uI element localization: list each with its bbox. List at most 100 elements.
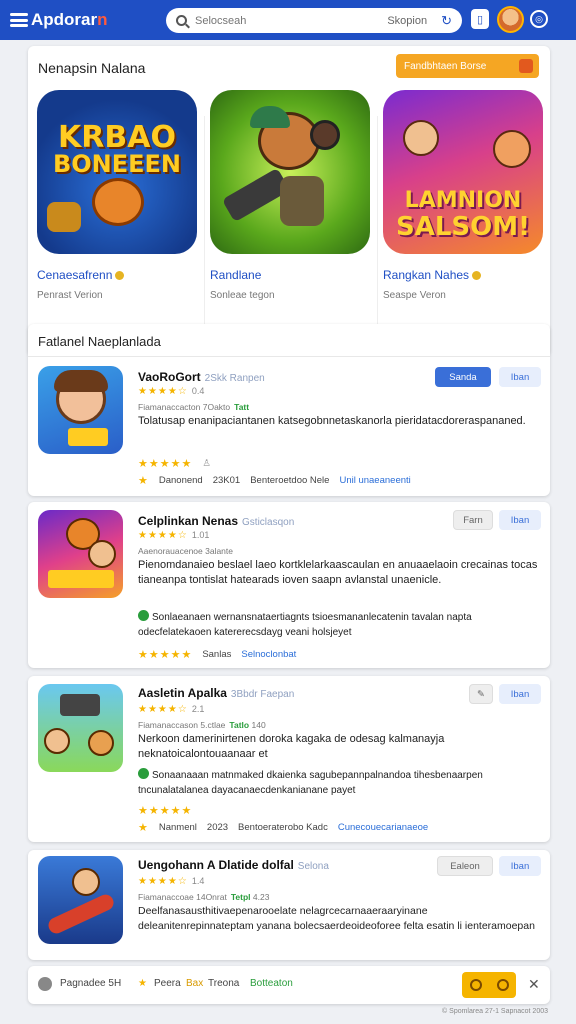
featured-item-sub: Sonleae tegon: [210, 290, 275, 301]
app-title: VaoRoGort 2Skk Ranpen: [138, 370, 265, 384]
star-icon: ★: [138, 475, 149, 487]
rating-stars: ★★★★☆ 1.4: [138, 876, 205, 887]
bottom-item-4[interactable]: Treona: [208, 978, 239, 989]
info-button[interactable]: Iban: [499, 856, 541, 876]
app-meta-text: Fiamanaccason 5.ctlae: [138, 720, 226, 730]
hero-face: [72, 868, 100, 896]
foot-link[interactable]: Selnoclonbat: [241, 649, 296, 660]
rocket-figure: [45, 891, 117, 937]
art-title-line1: LAMNION: [404, 188, 522, 213]
foot-link[interactable]: Cunecouecarianaeoe: [338, 822, 428, 833]
machine-figure: [60, 694, 100, 716]
character-face: [88, 730, 114, 756]
logo-text: Apdorar: [31, 10, 98, 29]
foot-count: 2023: [206, 822, 229, 833]
profile-icon[interactable]: [38, 977, 52, 991]
install-button[interactable]: Sanda: [435, 367, 491, 387]
character-face: [88, 540, 116, 568]
app-tagline: Gsticlasqon: [242, 517, 295, 528]
featured-item-name-text: Cenaesafrenn: [37, 268, 113, 282]
featured-title: Nenapsin Nalana: [38, 60, 146, 76]
user-icon: ♙: [202, 458, 211, 469]
app-icon[interactable]: [38, 366, 123, 454]
character-face: [493, 130, 531, 168]
app-meta: Fiamanaccacton 7Oakto Tatt: [138, 402, 249, 412]
art-title-line2: BONEEEN: [52, 150, 182, 178]
featured-item-name: Randlane: [210, 268, 262, 282]
rating-stars: ★★★★★: [138, 805, 193, 817]
app-description: Nerkoon damerinirtenen doroka kagaka de …: [138, 733, 445, 760]
app-logo[interactable]: Apdorar n: [10, 10, 160, 30]
share-button[interactable]: Ealeon: [437, 856, 493, 876]
app-list-card-3: Aasletin Apalka 3Bbdr Faepan ★★★★☆ 2.1 Fia…: [28, 676, 550, 842]
app-icon[interactable]: [38, 510, 123, 598]
rating-value: 0.4: [191, 386, 205, 396]
app-footer: ★★★★★ ♙: [138, 457, 211, 470]
featured-section: Nenapsin Nalana Fandbhtaen Borse KRBAO B…: [28, 46, 550, 356]
action-button[interactable]: [462, 972, 516, 998]
featured-browse-button[interactable]: Fandbhtaen Borse: [396, 54, 539, 78]
rating-value: 1.01: [191, 530, 210, 540]
search-filter[interactable]: Skopion: [387, 15, 427, 27]
foot-label: Sanlas: [202, 649, 232, 660]
rating-stars: ★★★★★: [138, 649, 193, 661]
globe-icon[interactable]: ◎: [530, 10, 548, 28]
rating-value: 1.4: [191, 876, 205, 886]
app-description: Tolatusap enanipaciantanen katsegobnneta…: [138, 415, 526, 427]
search-bar[interactable]: Skopion ↻: [166, 8, 462, 33]
divider: [204, 116, 205, 356]
bottom-link[interactable]: Botteaton: [250, 978, 293, 989]
coin-icon: [115, 271, 125, 281]
app-meta: Fiamanaccason 5.ctlae Tatlo 140: [138, 720, 266, 730]
foot-link[interactable]: Unil unaeaneenti: [339, 475, 410, 486]
divider: [377, 116, 378, 356]
smile-icon: [469, 979, 482, 991]
info-button[interactable]: Iban: [499, 367, 541, 387]
rating-stars: ★★★★☆ 2.1: [138, 704, 205, 715]
foot-label: Nanmenl: [158, 822, 197, 833]
app-meta-text: Fiamanaccoae 14Onrat: [138, 892, 227, 902]
edit-icon[interactable]: ✎: [469, 684, 493, 704]
save-button[interactable]: Farn: [453, 510, 493, 530]
bottom-item-3[interactable]: Bax: [186, 978, 203, 989]
bookmark-icon[interactable]: ▯: [471, 9, 489, 29]
app-meta: Aaenorauacenoe 3alante: [138, 546, 233, 556]
highlight-text: Sonaanaaan matnmaked dkaienka sagubepann…: [138, 770, 483, 796]
refresh-icon[interactable]: ↻: [441, 13, 452, 29]
bottom-item-1[interactable]: Pagnadee 5H: [60, 978, 121, 989]
featured-item-sub: Penrast Verion: [37, 290, 103, 301]
search-input[interactable]: [195, 14, 345, 27]
character-face: [44, 728, 70, 754]
featured-game-art: KRBAO BONEEEN: [37, 90, 197, 254]
badge-label: [48, 570, 114, 588]
bottom-item-2[interactable]: Peera: [154, 978, 181, 989]
badge-label: [68, 428, 108, 446]
app-icon[interactable]: [38, 856, 123, 944]
featured-item[interactable]: KRBAO BONEEEN Cenaesafrenn Penrast Verio…: [37, 90, 199, 301]
cart-icon: [519, 59, 533, 73]
search-icon: [176, 15, 187, 26]
featured-item-name-text: Rangkan Nahes: [383, 268, 470, 282]
info-button[interactable]: Iban: [499, 510, 541, 530]
star-icon: ★: [138, 978, 147, 989]
app-footer: ★ Nanmenl 2023 Bentoeraterobo Kadc Cunec…: [138, 821, 428, 834]
featured-item-name: Cenaesafrenn: [37, 268, 199, 282]
featured-browse-label: Fandbhtaen Borse: [404, 60, 487, 72]
app-icon[interactable]: [38, 684, 123, 772]
featured-item[interactable]: LAMNION SALSOM! Rangkan Nahes Seaspe Ver…: [383, 90, 545, 301]
avatar[interactable]: [497, 6, 524, 33]
foot-extra: Bentoeraterobo Kadc: [238, 822, 328, 833]
foot-extra: Benteroetdoo Nele: [250, 475, 330, 486]
app-footer: ★★★★★ Sanlas Selnoclonbat: [138, 648, 296, 661]
app-title: Celplinkan Nenas Gsticlasqon: [138, 514, 294, 528]
art-title-line2: SALSOM!: [396, 212, 530, 242]
rating-stars: ★★★★☆ 0.4: [138, 386, 205, 397]
info-button[interactable]: Iban: [499, 684, 541, 704]
hammer-weapon: [310, 120, 340, 150]
top-bar: Apdorarn Skopion ↻ ▯ ◎: [0, 0, 576, 40]
check-icon: [138, 610, 149, 621]
featured-item[interactable]: Randlane Sonleae tegon: [210, 90, 372, 301]
close-icon[interactable]: ✕: [528, 976, 540, 993]
boy-hair: [54, 370, 108, 392]
app-tag-2: 4.23: [252, 892, 270, 902]
